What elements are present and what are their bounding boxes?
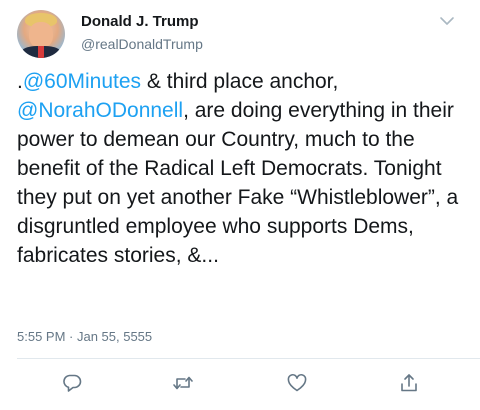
share-button[interactable] [398, 372, 420, 394]
tweet-card: Donald J. Trump @realDonaldTrump .@60Min… [0, 0, 480, 410]
avatar-face [29, 22, 53, 48]
tweet-text: .@60Minutes & third place anchor, @Norah… [17, 67, 469, 270]
tweet-timestamp[interactable]: 5:55 PM · Jan 55, 5555 [17, 329, 152, 344]
like-button[interactable] [286, 372, 308, 394]
retweet-button[interactable] [172, 372, 194, 394]
chevron-down-icon[interactable] [438, 14, 456, 28]
mention-norahodonnell[interactable]: @NorahODonnell [17, 99, 183, 122]
reply-icon [61, 372, 83, 394]
mention-60minutes[interactable]: @60Minutes [23, 70, 141, 93]
tweet-text-part1: & third place anchor, [141, 70, 339, 93]
retweet-icon [172, 372, 194, 394]
heart-icon [286, 372, 308, 394]
reply-button[interactable] [61, 372, 83, 394]
share-icon [398, 372, 420, 394]
avatar[interactable] [17, 10, 65, 58]
author-name[interactable]: Donald J. Trump [81, 13, 199, 30]
divider [17, 358, 480, 359]
avatar-tie [38, 46, 44, 58]
tweet-text-part2: , are doing everything in their power to… [17, 99, 459, 267]
author-handle[interactable]: @realDonaldTrump [81, 36, 203, 52]
